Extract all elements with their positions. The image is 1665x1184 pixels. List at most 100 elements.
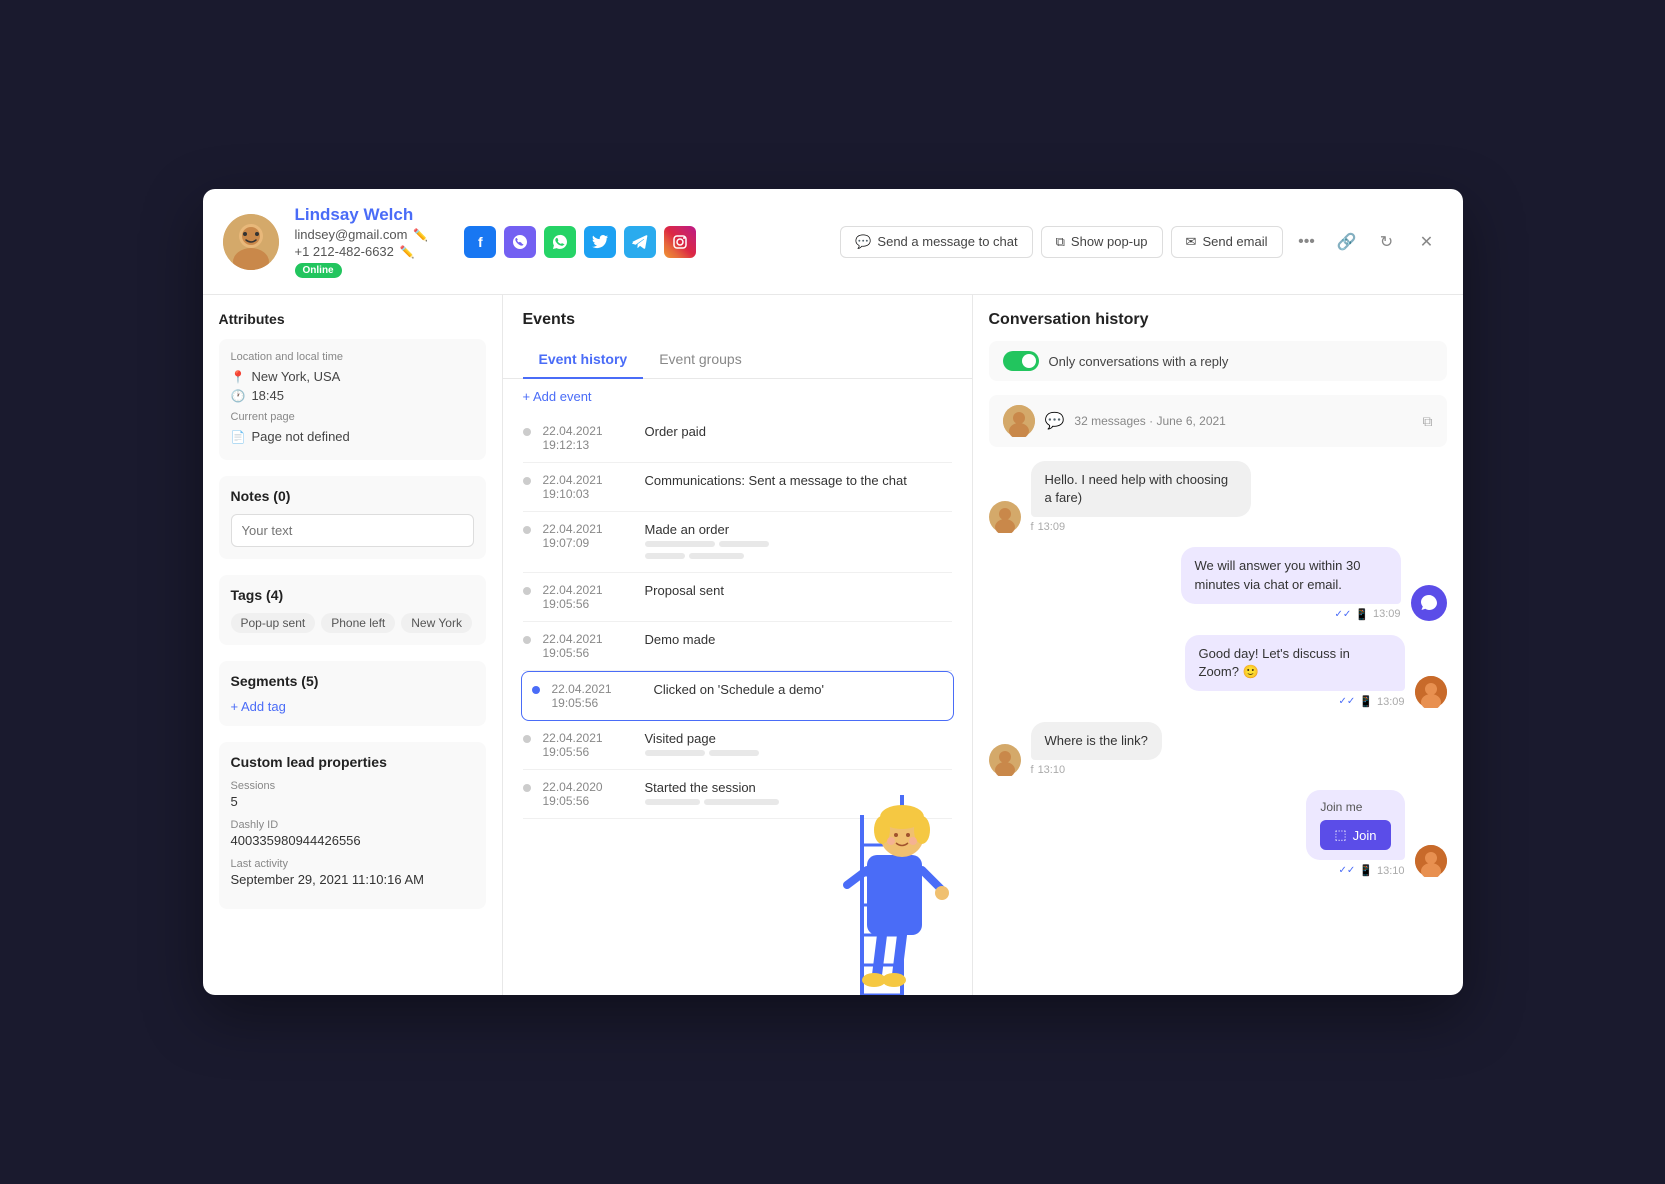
whatsapp-icon[interactable] bbox=[544, 226, 576, 258]
current-page-item: 📄 Page not defined bbox=[231, 429, 474, 444]
event-time: 22.04.202119:05:56 bbox=[552, 682, 642, 710]
event-time: 22.04.202119:05:56 bbox=[543, 731, 633, 759]
message-content: Hello. I need help with choosing a fare)… bbox=[1031, 461, 1251, 533]
sessions-label: Sessions bbox=[231, 780, 474, 792]
event-item: 22.04.202119:05:56 Proposal sent bbox=[523, 573, 952, 622]
twitter-icon[interactable] bbox=[584, 226, 616, 258]
event-item: 22.04.202019:05:56 Started the session bbox=[523, 770, 952, 819]
send-message-btn[interactable]: 💬 Send a message to chat bbox=[840, 226, 1032, 258]
message-row: We will answer you within 30 minutes via… bbox=[989, 547, 1447, 620]
channel-label: f bbox=[1031, 521, 1034, 533]
event-dot bbox=[532, 686, 540, 694]
chat-area: Hello. I need help with choosing a fare)… bbox=[989, 461, 1447, 877]
event-name: Proposal sent bbox=[645, 583, 725, 611]
send-email-btn[interactable]: ✉ Send email bbox=[1171, 226, 1283, 258]
more-options-btn[interactable]: ••• bbox=[1291, 226, 1323, 258]
toggle-row: Only conversations with a reply bbox=[989, 341, 1447, 381]
join-btn[interactable]: ⬚ Join bbox=[1320, 820, 1390, 850]
page-icon: 📄 bbox=[231, 430, 246, 444]
message-time: 13:10 bbox=[1377, 865, 1405, 877]
channel-label: f bbox=[1031, 764, 1034, 776]
message-meta: f 13:10 bbox=[1031, 764, 1162, 776]
current-page-label: Current page bbox=[231, 411, 474, 423]
event-item: 22.04.202119:12:13 Order paid bbox=[523, 414, 952, 463]
event-dot bbox=[523, 636, 531, 644]
tag-item[interactable]: Phone left bbox=[321, 613, 395, 633]
event-item-highlighted: 22.04.202119:05:56 Clicked on 'Schedule … bbox=[521, 671, 954, 721]
edit-phone-icon[interactable]: ✏️ bbox=[400, 245, 415, 259]
event-details bbox=[645, 750, 759, 759]
conversation-item: 💬 32 messages · June 6, 2021 ⧉ bbox=[989, 395, 1447, 447]
conv-meta: 32 messages · June 6, 2021 bbox=[1074, 414, 1412, 428]
message-row: Join me ⬚ Join ✓✓ 📱 13:10 bbox=[989, 790, 1447, 877]
notes-box: Notes (0) bbox=[219, 476, 486, 559]
viber-icon[interactable] bbox=[504, 226, 536, 258]
notes-input[interactable] bbox=[231, 514, 474, 547]
left-panel: Attributes Location and local time 📍 New… bbox=[203, 295, 503, 995]
event-name: Made an order bbox=[645, 522, 769, 537]
user-msg-avatar bbox=[989, 501, 1021, 533]
middle-panel: Events Event history Event groups + Add … bbox=[503, 295, 973, 995]
conv-avatar bbox=[1003, 405, 1035, 437]
event-item: 22.04.202119:05:56 Demo made bbox=[523, 622, 952, 671]
facebook-icon[interactable]: f bbox=[464, 226, 496, 258]
refresh-icon-btn[interactable]: ↻ bbox=[1371, 226, 1403, 258]
custom-props-content: Sessions 5 Dashly ID 400335980944426556 … bbox=[231, 780, 474, 887]
dashly-id-label: Dashly ID bbox=[231, 819, 474, 831]
toggle-only-replies[interactable] bbox=[1003, 351, 1039, 371]
event-name: Order paid bbox=[645, 424, 706, 452]
header: Lindsay Welch lindsey@gmail.com ✏️ +1 21… bbox=[203, 189, 1463, 295]
event-time: 22.04.202119:05:56 bbox=[543, 632, 633, 660]
message-time: 13:09 bbox=[1373, 608, 1401, 620]
agent-chat-icon bbox=[1411, 585, 1447, 621]
message-bubble: Hello. I need help with choosing a fare) bbox=[1031, 461, 1251, 517]
message-row: Hello. I need help with choosing a fare)… bbox=[989, 461, 1447, 533]
show-popup-btn[interactable]: ⧉ Show pop-up bbox=[1041, 226, 1163, 258]
read-check-icon: ✓✓ bbox=[1339, 696, 1356, 707]
time-item: 🕐 18:45 bbox=[231, 388, 474, 403]
user-name: Lindsay Welch bbox=[295, 205, 429, 225]
event-item: 22.04.202119:05:56 Visited page bbox=[523, 721, 952, 770]
status-badge: Online bbox=[295, 263, 342, 278]
last-activity-label: Last activity bbox=[231, 858, 474, 870]
segments-box: Segments (5) + Add tag bbox=[219, 661, 486, 726]
custom-props-title: Custom lead properties bbox=[231, 754, 474, 770]
event-dot bbox=[523, 526, 531, 534]
message-meta: ✓✓ 📱 13:09 bbox=[1339, 695, 1405, 708]
message-meta: ✓✓ 📱 13:10 bbox=[1339, 864, 1405, 877]
add-tag-btn[interactable]: + Add tag bbox=[231, 699, 474, 714]
user-info: Lindsay Welch lindsey@gmail.com ✏️ +1 21… bbox=[295, 205, 429, 278]
close-icon-btn[interactable]: ✕ bbox=[1411, 226, 1443, 258]
message-bubble: Where is the link? bbox=[1031, 722, 1162, 760]
tag-item[interactable]: New York bbox=[401, 613, 472, 633]
event-name: Clicked on 'Schedule a demo' bbox=[654, 682, 824, 710]
event-item: 22.04.202119:10:03 Communications: Sent … bbox=[523, 463, 952, 512]
message-bubble: We will answer you within 30 minutes via… bbox=[1181, 547, 1401, 603]
event-time: 22.04.202119:07:09 bbox=[543, 522, 633, 562]
user-phone: +1 212-482-6632 ✏️ bbox=[295, 244, 429, 259]
event-name: Demo made bbox=[645, 632, 716, 660]
conv-link-icon[interactable]: ⧉ bbox=[1423, 413, 1433, 430]
agent-message-content: We will answer you within 30 minutes via… bbox=[1181, 547, 1401, 620]
read-check-icon: ✓✓ bbox=[1339, 865, 1356, 876]
agent-avatar bbox=[1415, 845, 1447, 877]
main-window: Lindsay Welch lindsey@gmail.com ✏️ +1 21… bbox=[203, 189, 1463, 995]
edit-email-icon[interactable]: ✏️ bbox=[413, 228, 428, 242]
link-icon-btn[interactable]: 🔗 bbox=[1331, 226, 1363, 258]
event-name: Started the session bbox=[645, 780, 779, 795]
telegram-icon[interactable] bbox=[624, 226, 656, 258]
add-event-btn[interactable]: + Add event bbox=[503, 379, 612, 414]
header-actions: 💬 Send a message to chat ⧉ Show pop-up ✉… bbox=[840, 226, 1442, 258]
event-time: 22.04.202119:10:03 bbox=[543, 473, 633, 501]
tag-item[interactable]: Pop-up sent bbox=[231, 613, 316, 633]
conversation-title: Conversation history bbox=[989, 311, 1447, 329]
right-panel: Conversation history Only conversations … bbox=[973, 295, 1463, 995]
social-icons: f bbox=[464, 226, 696, 258]
tab-event-groups[interactable]: Event groups bbox=[643, 341, 758, 379]
tab-event-history[interactable]: Event history bbox=[523, 341, 644, 379]
events-list: 22.04.202119:12:13 Order paid 22.04.2021… bbox=[503, 414, 972, 819]
message-bubble: Good day! Let's discuss in Zoom? 🙂 bbox=[1185, 635, 1405, 691]
instagram-icon[interactable] bbox=[664, 226, 696, 258]
event-details bbox=[645, 799, 779, 808]
message-content: Where is the link? f 13:10 bbox=[1031, 722, 1162, 776]
